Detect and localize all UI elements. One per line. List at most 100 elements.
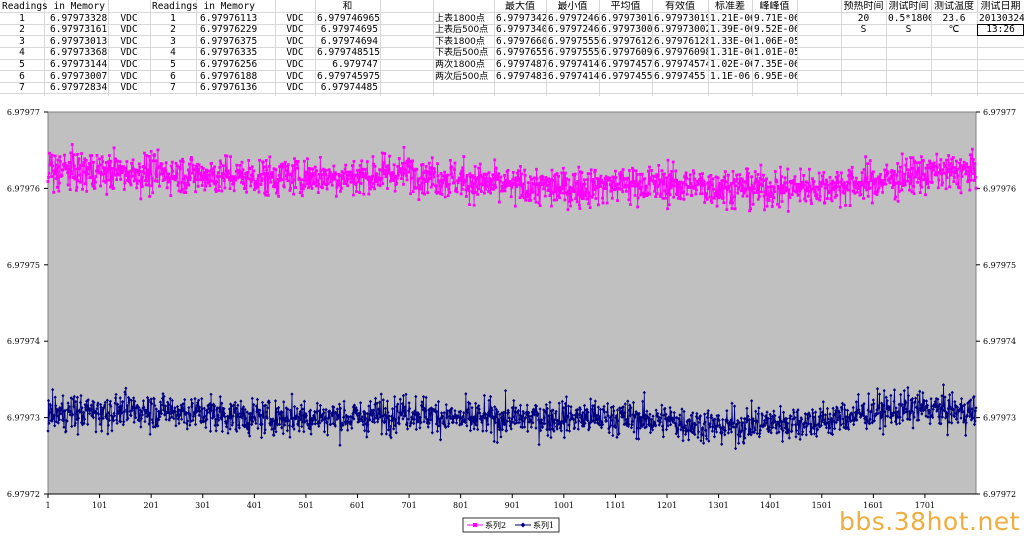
cell-index[interactable]: 6 xyxy=(0,71,44,83)
cell-index[interactable]: 1 xyxy=(0,13,44,25)
stats-value[interactable]: 1.31E-06 xyxy=(708,47,752,59)
cell-reading-2[interactable]: 6.97976113 xyxy=(196,13,275,25)
stats-value[interactable]: 6.97976098 xyxy=(652,47,708,59)
cell-unit-2[interactable]: VDC xyxy=(275,13,315,25)
stats-value[interactable]: 1.02E-06 xyxy=(708,59,752,71)
cell-sum[interactable]: 6.97974695 xyxy=(315,24,380,36)
info-header[interactable]: 测试温度 xyxy=(931,1,977,13)
stats-row-label[interactable]: 上表1800点 xyxy=(433,13,494,25)
stats-value[interactable]: 6.9797455 xyxy=(599,71,652,83)
cell-index[interactable]: 4 xyxy=(0,47,44,59)
stats-value[interactable]: 6.97973409 xyxy=(494,24,546,36)
stats-value[interactable]: 1.01E-05 xyxy=(752,47,797,59)
stats-header[interactable]: 最大值 xyxy=(494,1,546,13)
cell-unit[interactable]: VDC xyxy=(108,36,150,48)
stats-value[interactable]: 1.21E-06 xyxy=(708,13,752,25)
cell-index-2[interactable]: 4 xyxy=(150,47,196,59)
cell-index[interactable]: 2 xyxy=(0,24,44,36)
stats-value[interactable]: 6.97974574 xyxy=(599,59,652,71)
cell-index[interactable]: 7 xyxy=(0,82,44,94)
info-header[interactable]: 预热时间 xyxy=(841,1,886,13)
stats-value[interactable]: 6.97974833 xyxy=(494,71,546,83)
cell-reading[interactable]: 6.97973368 xyxy=(44,47,108,59)
cell-index-2[interactable]: 6 xyxy=(150,71,196,83)
info-unit[interactable]: S xyxy=(886,24,931,36)
cell-unit-2[interactable]: VDC xyxy=(275,24,315,36)
cell-index-2[interactable]: 2 xyxy=(150,24,196,36)
cell-unit-2[interactable]: VDC xyxy=(275,47,315,59)
cell-sum[interactable]: 6.979747 xyxy=(315,59,380,71)
cell-unit-2[interactable]: VDC xyxy=(275,71,315,83)
stats-value[interactable]: 9.52E-06 xyxy=(752,24,797,36)
stats-value[interactable]: 6.97973019 xyxy=(599,13,652,25)
header-readings-in-memory[interactable]: Readings in Memory xyxy=(0,1,110,13)
stats-value[interactable]: 6.97976098 xyxy=(599,47,652,59)
info-value[interactable]: 0.5*1800 xyxy=(886,13,931,25)
cell-index[interactable]: 5 xyxy=(0,59,44,71)
header-sum[interactable]: 和 xyxy=(315,1,380,13)
cell-unit-2[interactable]: VDC xyxy=(275,59,315,71)
cell-reading[interactable]: 6.97973144 xyxy=(44,59,108,71)
info-value[interactable]: 20 xyxy=(841,13,886,25)
cell-reading-2[interactable]: 6.97976256 xyxy=(196,59,275,71)
stats-value[interactable]: 1.39E-06 xyxy=(708,24,752,36)
stats-value[interactable]: 6.9797414 xyxy=(546,71,599,83)
cell-reading[interactable]: 6.97973161 xyxy=(44,24,108,36)
cell-reading[interactable]: 6.97972834 xyxy=(44,82,108,94)
stats-value[interactable]: 1.06E-05 xyxy=(752,36,797,48)
info-header[interactable]: 测试时间 xyxy=(886,1,931,13)
cell-reading-2[interactable]: 6.97976375 xyxy=(196,36,275,48)
cell-reading-2[interactable]: 6.97976335 xyxy=(196,47,275,59)
cell-unit-2[interactable]: VDC xyxy=(275,82,315,94)
info-value[interactable]: 23.6 xyxy=(931,13,977,25)
info-header[interactable]: 测试日期 xyxy=(977,1,1024,13)
cell-unit[interactable]: VDC xyxy=(108,82,150,94)
cell-index-2[interactable]: 1 xyxy=(150,13,196,25)
stats-value[interactable]: 6.97974574 xyxy=(652,59,708,71)
cell-sum[interactable]: 6.979748515 xyxy=(315,47,380,59)
cell-sum[interactable]: 6.979745975 xyxy=(315,71,380,83)
stats-value[interactable]: 7.35E-06 xyxy=(752,59,797,71)
cell-reading-2[interactable]: 6.97976229 xyxy=(196,24,275,36)
stats-value[interactable]: 6.97976128 xyxy=(652,36,708,48)
cell-reading[interactable]: 6.97973013 xyxy=(44,36,108,48)
cell-sum[interactable]: 6.979746965 xyxy=(315,13,380,25)
cell-reading[interactable]: 6.97973328 xyxy=(44,13,108,25)
cell-unit[interactable]: VDC xyxy=(108,59,150,71)
cell-index[interactable]: 3 xyxy=(0,36,44,48)
stats-value[interactable]: 6.97976128 xyxy=(599,36,652,48)
stats-row-label[interactable]: 上表后500点 xyxy=(433,24,494,36)
stats-value[interactable]: 6.97974873 xyxy=(494,59,546,71)
cell-index-2[interactable]: 5 xyxy=(150,59,196,71)
cell-unit[interactable]: VDC xyxy=(108,13,150,25)
cell-sum[interactable]: 6.97974694 xyxy=(315,36,380,48)
stats-value[interactable]: 1.1E-06 xyxy=(708,71,752,83)
stats-header[interactable]: 最小值 xyxy=(546,1,599,13)
cell-index-2[interactable]: 7 xyxy=(150,82,196,94)
cell-reading[interactable]: 6.97973007 xyxy=(44,71,108,83)
stats-value[interactable]: 6.97973428 xyxy=(494,13,546,25)
stats-header[interactable]: 平均值 xyxy=(599,1,652,13)
stats-value[interactable]: 6.9797455 xyxy=(652,71,708,83)
stats-value[interactable]: 6.9797246 xyxy=(546,13,599,25)
stats-row-label[interactable]: 两次后500点 xyxy=(433,71,494,83)
info-value[interactable]: 20130324 xyxy=(977,13,1024,25)
stats-value[interactable]: 6.9797246 xyxy=(546,24,599,36)
stats-row-label[interactable]: 下表1800点 xyxy=(433,36,494,48)
stats-value[interactable]: 6.9797555 xyxy=(546,47,599,59)
stats-value[interactable]: 6.9797555 xyxy=(546,36,599,48)
cell-unit[interactable]: VDC xyxy=(108,24,150,36)
stats-value[interactable]: 6.97976604 xyxy=(494,36,546,48)
stats-header[interactable]: 峰峰值 xyxy=(752,1,797,13)
header-readings-in-memory-2[interactable]: Readings in Memory xyxy=(150,1,270,13)
cell-unit-2[interactable]: VDC xyxy=(275,36,315,48)
cell-sum[interactable]: 6.97974485 xyxy=(315,82,380,94)
stats-row-label[interactable]: 两次1800点 xyxy=(433,59,494,71)
stats-value[interactable]: 6.97976556 xyxy=(494,47,546,59)
cell-index-2[interactable]: 3 xyxy=(150,36,196,48)
stats-row-label[interactable]: 下表后500点 xyxy=(433,47,494,59)
stats-header[interactable]: 有效值 xyxy=(652,1,708,13)
cell-unit[interactable]: VDC xyxy=(108,71,150,83)
cell-unit[interactable]: VDC xyxy=(108,47,150,59)
info-time-cell-selected[interactable]: 13:26 xyxy=(977,24,1024,37)
